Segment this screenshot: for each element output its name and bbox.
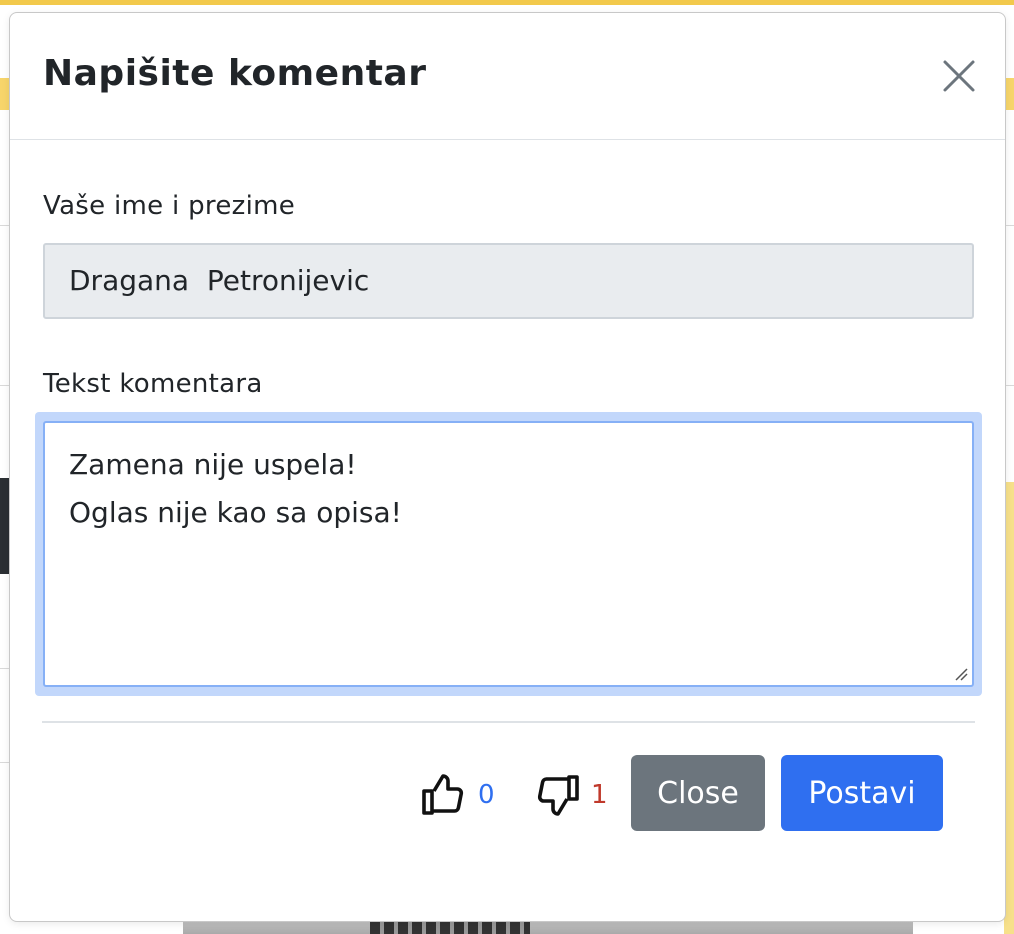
close-icon (943, 60, 975, 92)
close-button[interactable]: Close (631, 755, 765, 831)
name-input[interactable]: Dragana Petronijevic (43, 243, 974, 319)
thumbs-down-icon (537, 775, 579, 816)
like-count: 0 (478, 780, 495, 810)
close-icon-button[interactable] (940, 57, 978, 95)
modal-title: Napišite komentar (43, 53, 427, 94)
resize-grip-icon[interactable] (954, 667, 968, 681)
comment-modal: Napišite komentar Vaše ime i prezime Dra… (9, 12, 1006, 922)
dislike-button[interactable]: 1 (533, 765, 608, 825)
comment-line: Zamena nije uspela! (69, 448, 357, 481)
modal-header: Napišite komentar (10, 13, 1005, 140)
comment-label: Tekst komentara (43, 369, 263, 399)
like-button[interactable]: 0 (420, 765, 495, 825)
thumbs-up-icon (422, 774, 464, 815)
post-button[interactable]: Postavi (781, 755, 943, 831)
comment-line: Oglas nije kao sa opisa! (69, 496, 402, 529)
name-label: Vaše ime i prezime (43, 191, 296, 221)
dislike-count: 1 (591, 780, 608, 810)
comment-textarea[interactable]: Zamena nije uspela! Oglas nije kao sa op… (43, 421, 974, 687)
footer-divider (42, 721, 975, 723)
